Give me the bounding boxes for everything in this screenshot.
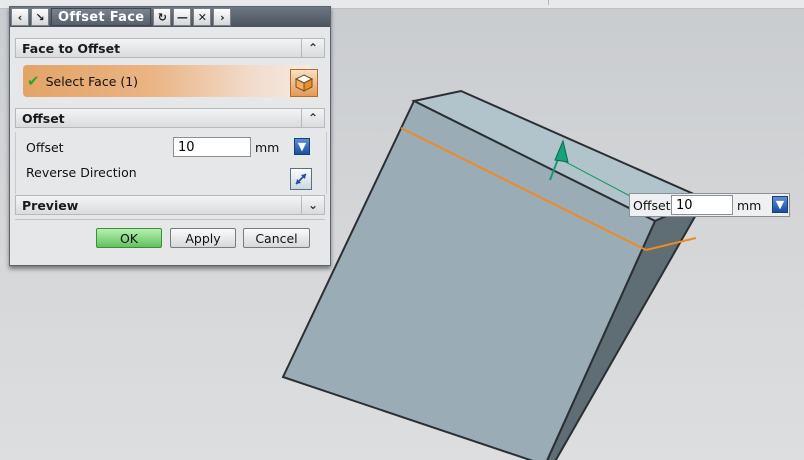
expand-icon[interactable]: ⌄ (301, 196, 324, 214)
section-title: Face to Offset (22, 40, 121, 56)
offset-face-dialog: ‹ ↘ Offset Face ↻ — ✕ › Face to Offset ⌃… (9, 6, 331, 266)
checkmark-icon: ✔ (27, 72, 40, 90)
collapse-icon[interactable]: ⌃ (301, 39, 324, 57)
pin-icon[interactable]: ↘ (31, 8, 49, 26)
offset-label: Offset (26, 140, 64, 155)
apply-button[interactable]: Apply (170, 228, 236, 248)
section-title: Offset (22, 110, 65, 126)
offset-value-input[interactable]: 10 (173, 137, 251, 157)
select-face-label: Select Face (1) (45, 73, 139, 89)
minimize-icon[interactable]: — (173, 8, 192, 26)
face-selection-button[interactable] (290, 69, 318, 97)
onscreen-unit-dropdown-icon[interactable]: ▼ (772, 196, 788, 213)
reverse-direction-button[interactable] (290, 168, 312, 190)
section-title: Preview (22, 197, 79, 213)
cube-icon (294, 74, 314, 92)
button-separator (15, 219, 325, 220)
onscreen-offset-field[interactable]: 10 (671, 195, 733, 215)
dialog-title: Offset Face (51, 8, 152, 26)
cancel-button[interactable]: Cancel (243, 228, 310, 248)
onscreen-unit: mm (737, 198, 762, 213)
collapse-icon[interactable]: ⌃ (301, 109, 324, 127)
unit-dropdown-icon[interactable]: ▼ (294, 138, 310, 155)
onscreen-offset-label: Offset (633, 198, 671, 213)
select-face-row[interactable]: ✔ Select Face (1) (23, 65, 310, 97)
reverse-direction-icon (295, 173, 307, 185)
section-header-preview[interactable]: Preview ⌄ (15, 195, 325, 215)
close-icon[interactable]: ✕ (193, 8, 212, 26)
offset-unit: mm (255, 140, 280, 155)
chevron-left-icon[interactable]: ‹ (11, 8, 29, 26)
section-header-offset[interactable]: Offset ⌃ (15, 108, 325, 128)
onscreen-offset-input: Offset 10 mm ▼ (629, 193, 790, 217)
reverse-direction-label: Reverse Direction (26, 165, 137, 180)
chevron-right-icon[interactable]: › (213, 8, 232, 26)
dialog-titlebar: ‹ ↘ Offset Face ↻ — ✕ › (10, 7, 330, 27)
section-header-face-to-offset[interactable]: Face to Offset ⌃ (15, 38, 325, 58)
ok-button[interactable]: OK (96, 228, 162, 248)
reset-icon[interactable]: ↻ (153, 8, 172, 26)
